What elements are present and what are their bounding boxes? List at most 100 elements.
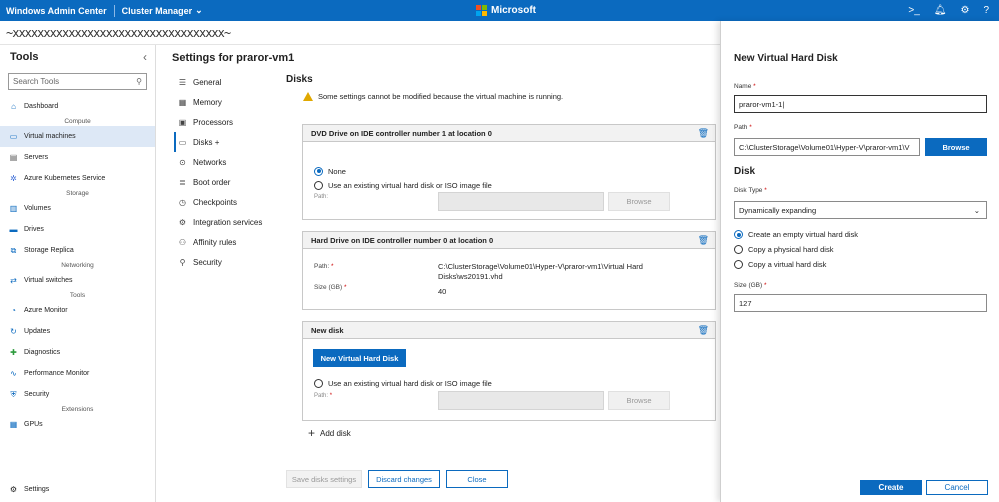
option-create-empty[interactable]: Create an empty virtual hard disk <box>734 227 858 242</box>
trash-icon[interactable]: 🗑︎ <box>698 235 709 246</box>
security-icon: ⚲ <box>179 257 186 267</box>
hard-drive-card: Hard Drive on IDE controller number 0 at… <box>302 231 716 310</box>
tools-item-label: Performance Monitor <box>24 370 90 377</box>
option-copy-virtual[interactable]: Copy a virtual hard disk <box>734 257 858 272</box>
azure-monitor-icon: ◔ <box>11 306 16 315</box>
tools-item[interactable]: ▥ Volumes <box>0 198 155 219</box>
gear-icon[interactable]: ⚙ <box>960 5 969 16</box>
settings-nav-item[interactable]: ▣ Processors <box>174 112 284 132</box>
tools-item[interactable]: ✚ Diagnostics <box>0 342 155 363</box>
divider <box>113 4 115 17</box>
collapse-chevron-icon[interactable]: ‹ <box>143 50 147 64</box>
trash-icon[interactable]: 🗑︎ <box>698 325 709 336</box>
microsoft-brand: Microsoft <box>476 0 536 21</box>
tools-item[interactable]: ▭ Virtual machines <box>0 126 155 147</box>
new-virtual-hard-disk-button[interactable]: New Virtual Hard Disk <box>313 349 406 367</box>
path-label-text: Path: <box>314 263 330 270</box>
app-title[interactable]: Windows Admin Center <box>0 6 107 16</box>
settings-nav-item[interactable]: ◷ Checkpoints <box>174 192 284 212</box>
option-copy-physical[interactable]: Copy a physical hard disk <box>734 242 858 257</box>
search-placeholder: Search Tools <box>13 77 60 86</box>
panel-browse-button[interactable]: Browse <box>925 138 987 156</box>
disk-type-select[interactable]: Dynamically expanding ⌄ <box>734 201 987 219</box>
radio-button[interactable] <box>734 260 743 269</box>
settings-nav-item[interactable]: ≣ Boot order <box>174 172 284 192</box>
dvd-path-input <box>438 192 604 211</box>
search-input[interactable]: Search Tools ⚲ <box>8 73 147 90</box>
tools-item[interactable]: ▦ GPUs <box>0 414 155 435</box>
notifications-icon[interactable]: 🔔︎ <box>934 5 947 16</box>
trash-icon[interactable]: 🗑︎ <box>698 128 709 139</box>
cancel-button[interactable]: Cancel <box>926 480 988 495</box>
option-label: Copy a virtual hard disk <box>748 260 827 269</box>
discard-changes-button[interactable]: Discard changes <box>368 470 440 488</box>
radio-existing[interactable]: Use an existing virtual hard disk or ISO… <box>314 376 492 390</box>
tools-item[interactable]: ✲ Azure Kubernetes Service <box>0 168 155 189</box>
required-marker: * <box>331 263 334 270</box>
radio-button[interactable] <box>734 245 743 254</box>
add-disk-button[interactable]: + Add disk <box>308 426 351 440</box>
text-cursor: | <box>782 99 785 109</box>
tools-item[interactable]: ▤ Servers <box>0 147 155 168</box>
name-label-text: Name <box>734 83 752 90</box>
chevron-down-icon: ⌄ <box>195 5 203 15</box>
settings-nav-item[interactable]: ⊙ Networks <box>174 152 284 172</box>
size-label-text: Size (GB) <box>314 284 343 291</box>
settings-nav-item[interactable]: ⚙ Integration services <box>174 212 284 232</box>
size-field[interactable]: 127 <box>734 294 987 312</box>
name-value: praror-vm1-1 <box>739 99 783 109</box>
search-icon[interactable]: ⚲ <box>136 77 142 86</box>
tools-group-label: Extensions <box>61 406 94 413</box>
tools-item-label: Dashboard <box>24 103 59 110</box>
chevron-down-icon: ⌄ <box>973 205 980 215</box>
required-marker: * <box>753 83 756 90</box>
disk-type-label: Disk Type * <box>734 187 767 194</box>
radio-label: Use an existing virtual hard disk or ISO… <box>328 180 492 190</box>
settings-nav-item[interactable]: ▦ Memory <box>174 92 284 112</box>
connection-bar: ~xxxxxxxxxxxxxxxxxxxxxxxxxxxxxxxxxx~ <box>0 21 720 45</box>
tools-item[interactable]: ⧉ Storage Replica <box>0 240 155 261</box>
create-button[interactable]: Create <box>860 480 922 495</box>
context-switcher[interactable]: Cluster Manager ⌄ <box>122 5 203 16</box>
tools-item-label: Drives <box>24 226 44 233</box>
path-field[interactable]: C:\ClusterStorage\Volume01\Hyper-V\praro… <box>734 138 920 156</box>
tools-settings-item[interactable]: ⚙ Settings <box>0 479 155 500</box>
tools-item-label: Virtual machines <box>24 133 76 140</box>
tools-item[interactable]: ⛨ Security <box>0 384 155 405</box>
memory-icon: ▦ <box>178 97 187 107</box>
help-icon[interactable]: ? <box>983 5 989 16</box>
diagnostics-icon: ✚ <box>10 348 17 357</box>
settings-nav-item[interactable]: ☰ General <box>174 72 284 92</box>
size-label-text: Size (GB) <box>734 282 763 289</box>
tools-item[interactable]: ◔ Azure Monitor <box>0 300 155 321</box>
tools-item[interactable]: ∿ Performance Monitor <box>0 363 155 384</box>
gpu-icon: ▦ <box>9 420 18 429</box>
settings-nav-item[interactable]: ▭ Disks + <box>174 132 284 152</box>
integration-icon: ⚙ <box>178 217 187 227</box>
tools-item[interactable]: ⇄ Virtual switches <box>0 270 155 291</box>
radio-button[interactable] <box>734 230 743 239</box>
radio-label: None <box>328 166 346 176</box>
path-label-text: Path <box>734 124 748 131</box>
radio-button[interactable] <box>314 166 323 176</box>
tools-item[interactable]: ▬ Drives <box>0 219 155 240</box>
radio-existing[interactable]: Use an existing virtual hard disk or ISO… <box>314 178 492 192</box>
close-button[interactable]: Close <box>446 470 508 488</box>
new-disk-card: New disk 🗑︎ New Virtual Hard Disk Use an… <box>302 321 716 421</box>
tools-item-label: Updates <box>24 328 51 335</box>
tools-item[interactable]: ↻ Updates <box>0 321 155 342</box>
tools-item[interactable]: ⌂ Dashboard <box>0 96 155 117</box>
powershell-icon[interactable]: >_ <box>908 5 919 16</box>
required-marker: * <box>343 284 347 291</box>
name-field[interactable]: praror-vm1-1 | <box>734 95 987 113</box>
radio-none[interactable]: None <box>314 164 346 178</box>
size-label: Size (GB) * <box>314 284 347 291</box>
settings-nav-item[interactable]: ⚲ Security <box>174 252 284 272</box>
radio-button[interactable] <box>314 378 323 388</box>
settings-nav-label: Disks + <box>193 137 220 147</box>
settings-nav-label: General <box>193 77 222 87</box>
kubernetes-icon: ✲ <box>10 174 17 183</box>
settings-nav-label: Boot order <box>193 177 231 187</box>
settings-nav-item[interactable]: ⚇ Affinity rules <box>174 232 284 252</box>
radio-button[interactable] <box>314 180 323 190</box>
